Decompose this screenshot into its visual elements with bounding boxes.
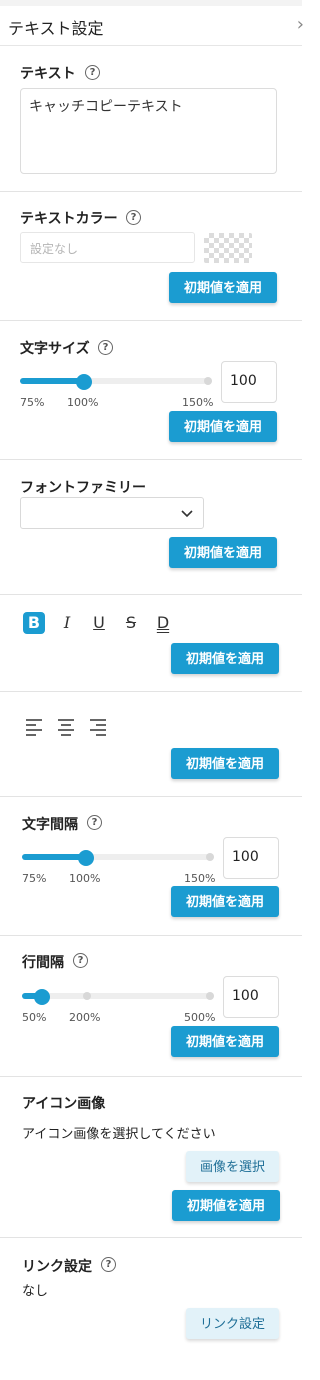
chevron-down-icon	[181, 510, 193, 518]
help-icon[interactable]: ?	[73, 953, 88, 968]
alignment-reset-button[interactable]: 初期値を適用	[171, 748, 279, 779]
font-size-input[interactable]: 100	[221, 361, 277, 403]
text-color-label: テキストカラー	[20, 211, 118, 227]
divider	[0, 1237, 302, 1238]
help-icon[interactable]: ?	[87, 815, 102, 830]
letter-spacing-slider[interactable]	[22, 854, 214, 860]
tick-label: 50%	[22, 1011, 47, 1024]
line-spacing-label: 行間隔	[22, 955, 64, 971]
double-underline-icon[interactable]: D	[152, 612, 174, 634]
divider	[0, 594, 302, 595]
font-family-label: フォントファミリー	[20, 480, 146, 496]
bold-icon[interactable]: B	[23, 612, 45, 634]
slider-thumb[interactable]	[34, 989, 50, 1005]
text-color-reset-button[interactable]: 初期値を適用	[169, 272, 277, 303]
align-center-icon[interactable]	[57, 718, 75, 736]
icon-image-hint: アイコン画像を選択してください	[22, 1127, 216, 1142]
icon-image-label: アイコン画像	[22, 1096, 106, 1112]
tick-label: 75%	[22, 872, 47, 885]
slider-dot	[83, 992, 91, 1000]
letter-spacing-reset-button[interactable]: 初期値を適用	[171, 886, 279, 917]
tick-label: 200%	[69, 1011, 101, 1024]
tick-label: 75%	[20, 396, 45, 409]
italic-icon[interactable]: I	[56, 612, 78, 634]
font-size-label: 文字サイズ	[20, 341, 90, 357]
strikethrough-icon[interactable]: S	[120, 612, 142, 634]
slider-dot	[206, 853, 214, 861]
help-icon[interactable]: ?	[101, 1257, 116, 1272]
font-size-slider[interactable]	[20, 378, 212, 384]
icon-image-reset-button[interactable]: 初期値を適用	[172, 1190, 280, 1221]
panel-title: テキスト設定	[8, 19, 104, 38]
slider-fill	[20, 378, 84, 384]
panel-header: テキスト設定 ›	[0, 6, 304, 46]
slider-thumb[interactable]	[76, 374, 92, 390]
divider	[0, 796, 302, 797]
slider-thumb[interactable]	[78, 850, 94, 866]
tick-label: 150%	[182, 396, 214, 409]
slider-fill	[22, 854, 86, 860]
font-family-reset-button[interactable]: 初期値を適用	[169, 537, 277, 568]
tick-label: 500%	[184, 1011, 216, 1024]
font-size-reset-button[interactable]: 初期値を適用	[169, 411, 277, 442]
slider-dot	[206, 992, 214, 1000]
letter-spacing-label: 文字間隔	[22, 817, 78, 833]
divider	[0, 191, 302, 192]
decoration-reset-button[interactable]: 初期値を適用	[171, 643, 279, 674]
tick-label: 150%	[184, 872, 216, 885]
underline-icon[interactable]: U	[88, 612, 110, 634]
link-settings-button[interactable]: リンク設定	[186, 1308, 279, 1339]
link-settings-label: リンク設定	[22, 1259, 92, 1275]
help-icon[interactable]: ?	[98, 340, 113, 355]
line-spacing-reset-button[interactable]: 初期値を適用	[171, 1026, 279, 1057]
text-color-input[interactable]: 設定なし	[20, 232, 195, 263]
divider	[0, 459, 302, 460]
align-left-icon[interactable]	[25, 718, 43, 736]
select-image-button[interactable]: 画像を選択	[186, 1151, 279, 1182]
tick-label: 100%	[69, 872, 101, 885]
help-icon[interactable]: ?	[85, 65, 100, 80]
text-label: テキスト	[20, 66, 76, 82]
align-right-icon[interactable]	[89, 718, 107, 736]
letter-spacing-input[interactable]: 100	[223, 837, 279, 879]
slider-dot	[204, 377, 212, 385]
divider	[0, 320, 302, 321]
line-spacing-input[interactable]: 100	[223, 976, 279, 1018]
divider	[0, 691, 302, 692]
font-family-select[interactable]	[20, 497, 204, 529]
line-spacing-slider[interactable]	[22, 993, 214, 999]
tick-label: 100%	[67, 396, 99, 409]
chevron-right-icon[interactable]: ›	[297, 16, 304, 34]
help-icon[interactable]: ?	[126, 210, 141, 225]
divider	[0, 935, 302, 936]
link-value: なし	[22, 1284, 49, 1299]
color-swatch[interactable]	[204, 233, 252, 263]
text-input[interactable]: キャッチコピーテキスト	[20, 88, 277, 174]
divider	[0, 1076, 302, 1077]
